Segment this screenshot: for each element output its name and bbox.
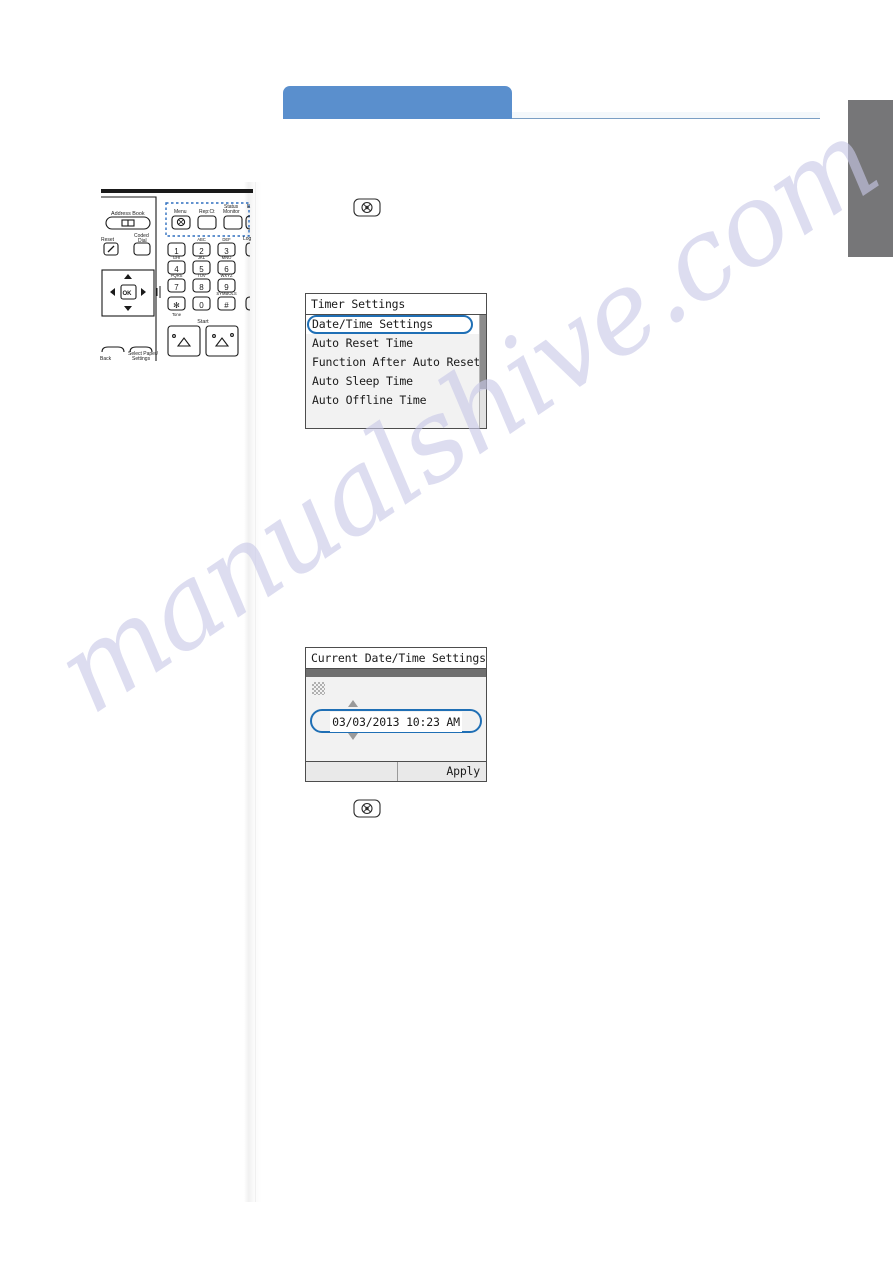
svg-text:OK: OK [123,291,133,297]
menu-item-label: Date/Time Settings [312,317,434,331]
svg-text:0: 0 [199,301,204,310]
svg-text:Rep:Ct: Rep:Ct [199,209,215,215]
svg-text:JKL: JKL [198,255,206,260]
svg-text:E: E [247,204,251,210]
menu-item-auto-reset-time[interactable]: Auto Reset Time [306,334,486,353]
lcd-screen-current-datetime: Current Date/Time Settings 03/03/2013 10… [305,647,487,782]
svg-text:7: 7 [174,283,179,292]
apply-button[interactable]: Apply [446,762,480,781]
menu-item-label: Auto Offline Time [312,393,427,407]
menu-key-icon [353,198,381,222]
datetime-field[interactable]: 03/03/2013 10:23 AM [310,709,482,733]
lcd-scrollbar[interactable] [479,315,486,428]
menu-key-icon [353,799,381,823]
lcd-subheader-bar [306,669,486,677]
entry-mode-icon [312,682,325,695]
svg-text:8: 8 [199,283,204,292]
svg-text:DEF: DEF [222,237,231,242]
lcd-menu-list: Date/Time Settings Auto Reset Time Funct… [306,315,486,428]
menu-item-date-time-settings[interactable]: Date/Time Settings [306,315,486,334]
svg-text:SYMBOLS: SYMBOLS [216,291,236,296]
chapter-tab [283,86,512,119]
datetime-value: 03/03/2013 10:23 AM [330,712,462,732]
softkey-divider [397,762,398,781]
svg-text:Tone: Tone [172,312,182,317]
svg-text:TUV: TUV [197,273,206,278]
lcd-title: Current Date/Time Settings [306,648,486,669]
menu-item-function-after-auto-reset[interactable]: Function After Auto Reset [306,353,486,372]
svg-text:Dial: Dial [138,238,147,244]
svg-text:Log: Log [243,236,252,242]
menu-item-label: Auto Reset Time [312,336,413,350]
svg-text:Monitor: Monitor [223,209,240,215]
section-edge-tab [848,100,893,257]
decrement-arrow-icon[interactable] [348,733,358,740]
svg-text:Settings: Settings [132,356,151,361]
increment-arrow-icon[interactable] [348,700,358,707]
svg-text:PQRS: PQRS [171,273,183,278]
svg-text:Menu: Menu [174,209,187,215]
lcd-datetime-body: 03/03/2013 10:23 AM [306,677,486,761]
menu-item-label: Function After Auto Reset [312,355,481,369]
svg-text:Address Book: Address Book [111,211,145,217]
chapter-tab-label [283,86,512,94]
svg-text:Start: Start [197,319,209,325]
lcd-screen-timer-settings: Timer Settings Date/Time Settings Auto R… [305,293,487,429]
lcd-softkey-bar: Apply [306,761,486,781]
svg-text:Back: Back [100,356,112,361]
control-panel-illustration: Address Book Reset Coded Dial OK Back Se… [98,186,256,361]
lcd-title: Timer Settings [306,294,486,315]
lcd-scrollbar-thumb[interactable] [480,315,486,389]
svg-text:WXYZ: WXYZ [220,273,233,278]
svg-text:✻: ✻ [173,301,180,310]
menu-item-label: Auto Sleep Time [312,374,413,388]
menu-item-auto-offline-time[interactable]: Auto Offline Time [306,391,486,410]
svg-text:MNO: MNO [222,255,233,260]
svg-text:#: # [224,301,229,310]
svg-text:ABC: ABC [197,237,206,242]
svg-text:GHI: GHI [173,255,180,260]
svg-text:Reset: Reset [101,237,115,243]
menu-item-auto-sleep-time[interactable]: Auto Sleep Time [306,372,486,391]
